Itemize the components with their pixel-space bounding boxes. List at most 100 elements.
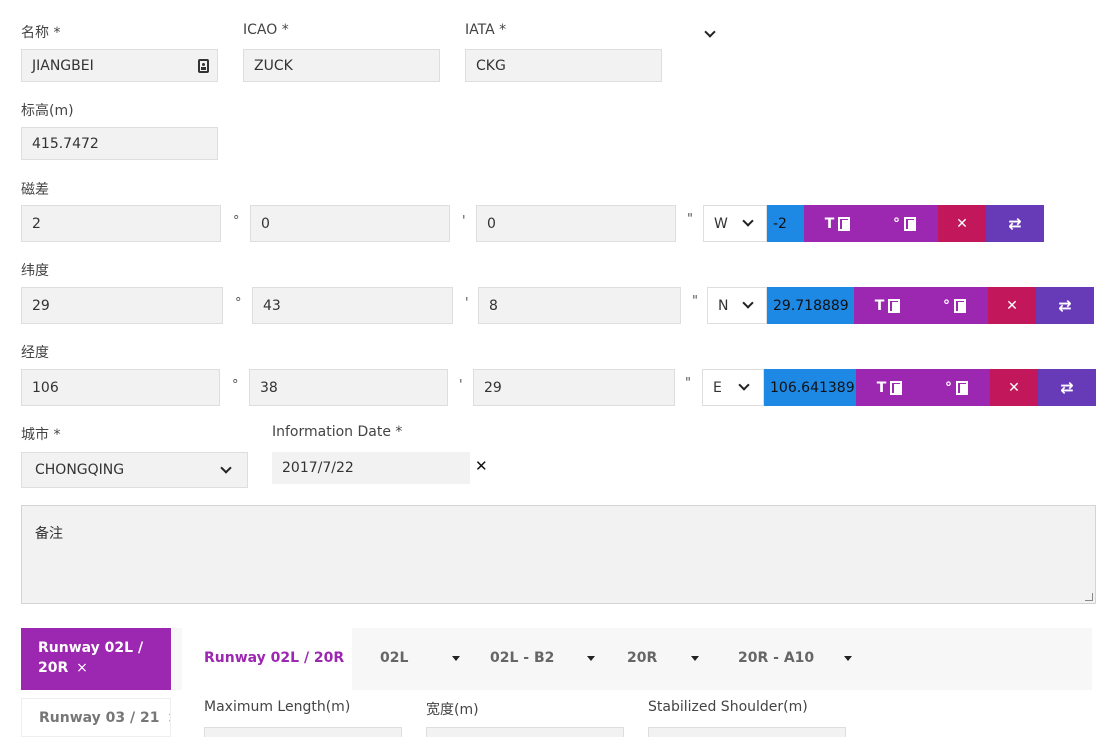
width-field[interactable] [426,727,624,737]
copy-icon [888,299,901,313]
longitude-label: 经度 [21,345,49,361]
copy-dms-button[interactable]: ° [923,369,990,406]
copy-decimal-button[interactable]: T [854,287,921,324]
latitude-decimal: 29.718889 [767,287,854,324]
resize-handle-icon[interactable] [1085,593,1093,601]
copy-icon [956,381,968,395]
deg-label: ° [893,215,900,232]
longitude-decimal: 106.641389 [764,369,856,406]
minute-symbol: ' [465,296,469,311]
second-symbol: " [687,212,693,227]
collapse-chevron-icon[interactable] [704,26,716,38]
second-symbol: " [685,376,691,391]
tab-label: 20R - A10 [738,650,815,666]
iata-label: IATA * [465,22,507,38]
name-field[interactable]: JIANGBEI [21,49,218,82]
tab-20r-a10[interactable]: 20R - A10 [738,650,853,666]
close-tab-icon[interactable]: × [76,660,88,676]
iata-field[interactable]: CKG [465,49,662,82]
remarks-textarea[interactable]: 备注 [21,505,1096,604]
magvar-decimal: -2 [767,205,804,242]
clear-date-icon[interactable]: ✕ [475,457,488,475]
latitude-min-field[interactable]: 43 [252,287,453,324]
elevation-value: 415.7472 [32,135,99,152]
degree-symbol: ° [235,296,242,311]
convert-button[interactable]: ⇄ [1038,369,1096,406]
longitude-sec-field[interactable]: 29 [473,369,675,406]
latitude-direction-select[interactable]: N [707,287,767,324]
copy-icon [838,217,851,231]
max-length-field[interactable] [204,727,402,737]
tab-02l-b2[interactable]: 02L - B2 [490,650,596,666]
shoulder-field[interactable] [648,727,846,737]
info-date-value: 2017/7/22 [282,460,354,476]
side-tab-runway-02l-20r[interactable]: Runway 02L / 20R × [21,628,171,690]
copy-dms-button[interactable]: ° [871,205,938,242]
side-tab-label: Runway 02L / 20R [38,640,144,676]
close-icon: ✕ [1008,379,1020,396]
contact-card-icon[interactable] [198,59,209,73]
longitude-min-value: 38 [260,379,278,396]
convert-button[interactable]: ⇄ [986,205,1044,242]
magvar-min-field[interactable]: 0 [250,205,450,242]
longitude-min-field[interactable]: 38 [249,369,448,406]
convert-button[interactable]: ⇄ [1036,287,1094,324]
close-icon: ✕ [956,215,968,232]
icao-field[interactable]: ZUCK [243,49,440,82]
city-select[interactable]: CHONGQING [21,452,248,488]
name-label: 名称 * [21,25,61,41]
elevation-label: 标高(m) [21,103,74,119]
chevron-down-icon [742,215,754,227]
tab-label: 02L [380,650,409,666]
copy-dms-button[interactable]: ° [921,287,988,324]
chevron-down-icon [738,379,750,391]
tab-20r[interactable]: 20R [627,650,700,666]
tab-runway-02l-20r[interactable]: Runway 02L / 20R [204,650,344,666]
longitude-deg-field[interactable]: 106 [21,369,220,406]
longitude-direction-value: E [713,379,722,396]
magvar-direction-value: W [714,215,728,232]
magvar-direction-select[interactable]: W [703,205,767,242]
latitude-deg-field[interactable]: 29 [21,287,223,324]
clear-button[interactable]: ✕ [938,205,986,242]
latitude-sec-field[interactable]: 8 [478,287,681,324]
max-length-label: Maximum Length(m) [204,699,351,715]
magvar-sec-value: 0 [487,215,496,232]
icao-value: ZUCK [254,57,293,74]
width-label: 宽度(m) [426,702,479,718]
info-date-field[interactable]: 2017/7/22 [272,452,470,484]
elevation-field[interactable]: 415.7472 [21,127,218,160]
swap-icon: ⇄ [1058,296,1072,315]
remarks-placeholder: 备注 [35,526,63,542]
degree-symbol: ° [232,378,239,393]
clear-button[interactable]: ✕ [988,287,1036,324]
latitude-min-value: 43 [263,297,281,314]
t-label: T [874,297,885,314]
copy-icon [954,299,966,313]
magvar-deg-field[interactable]: 2 [21,205,221,242]
longitude-deg-value: 106 [32,379,59,396]
clear-button[interactable]: ✕ [990,369,1038,406]
magvar-label: 磁差 [21,182,49,198]
side-tab-runway-03-21[interactable]: Runway 03 / 21 × [21,698,171,737]
city-value: CHONGQING [35,462,125,478]
tab-label: 02L - B2 [490,650,555,666]
magvar-sec-field[interactable]: 0 [476,205,676,242]
city-label: 城市 * [21,427,61,443]
swap-icon: ⇄ [1008,214,1022,233]
second-symbol: " [692,294,698,309]
longitude-direction-select[interactable]: E [702,369,764,406]
copy-decimal-button[interactable]: T [856,369,923,406]
tab-02l[interactable]: 02L [380,650,461,666]
minute-symbol: ' [459,378,463,393]
name-value: JIANGBEI [32,57,94,74]
caret-down-icon [844,655,853,661]
minute-symbol: ' [462,214,466,229]
longitude-sec-value: 29 [484,379,502,396]
copy-icon [904,217,916,231]
close-tab-icon[interactable]: × [167,710,170,726]
copy-decimal-button[interactable]: T [804,205,871,242]
close-icon: ✕ [1006,297,1018,314]
degree-symbol: ° [233,214,240,229]
iata-value: CKG [476,57,506,74]
